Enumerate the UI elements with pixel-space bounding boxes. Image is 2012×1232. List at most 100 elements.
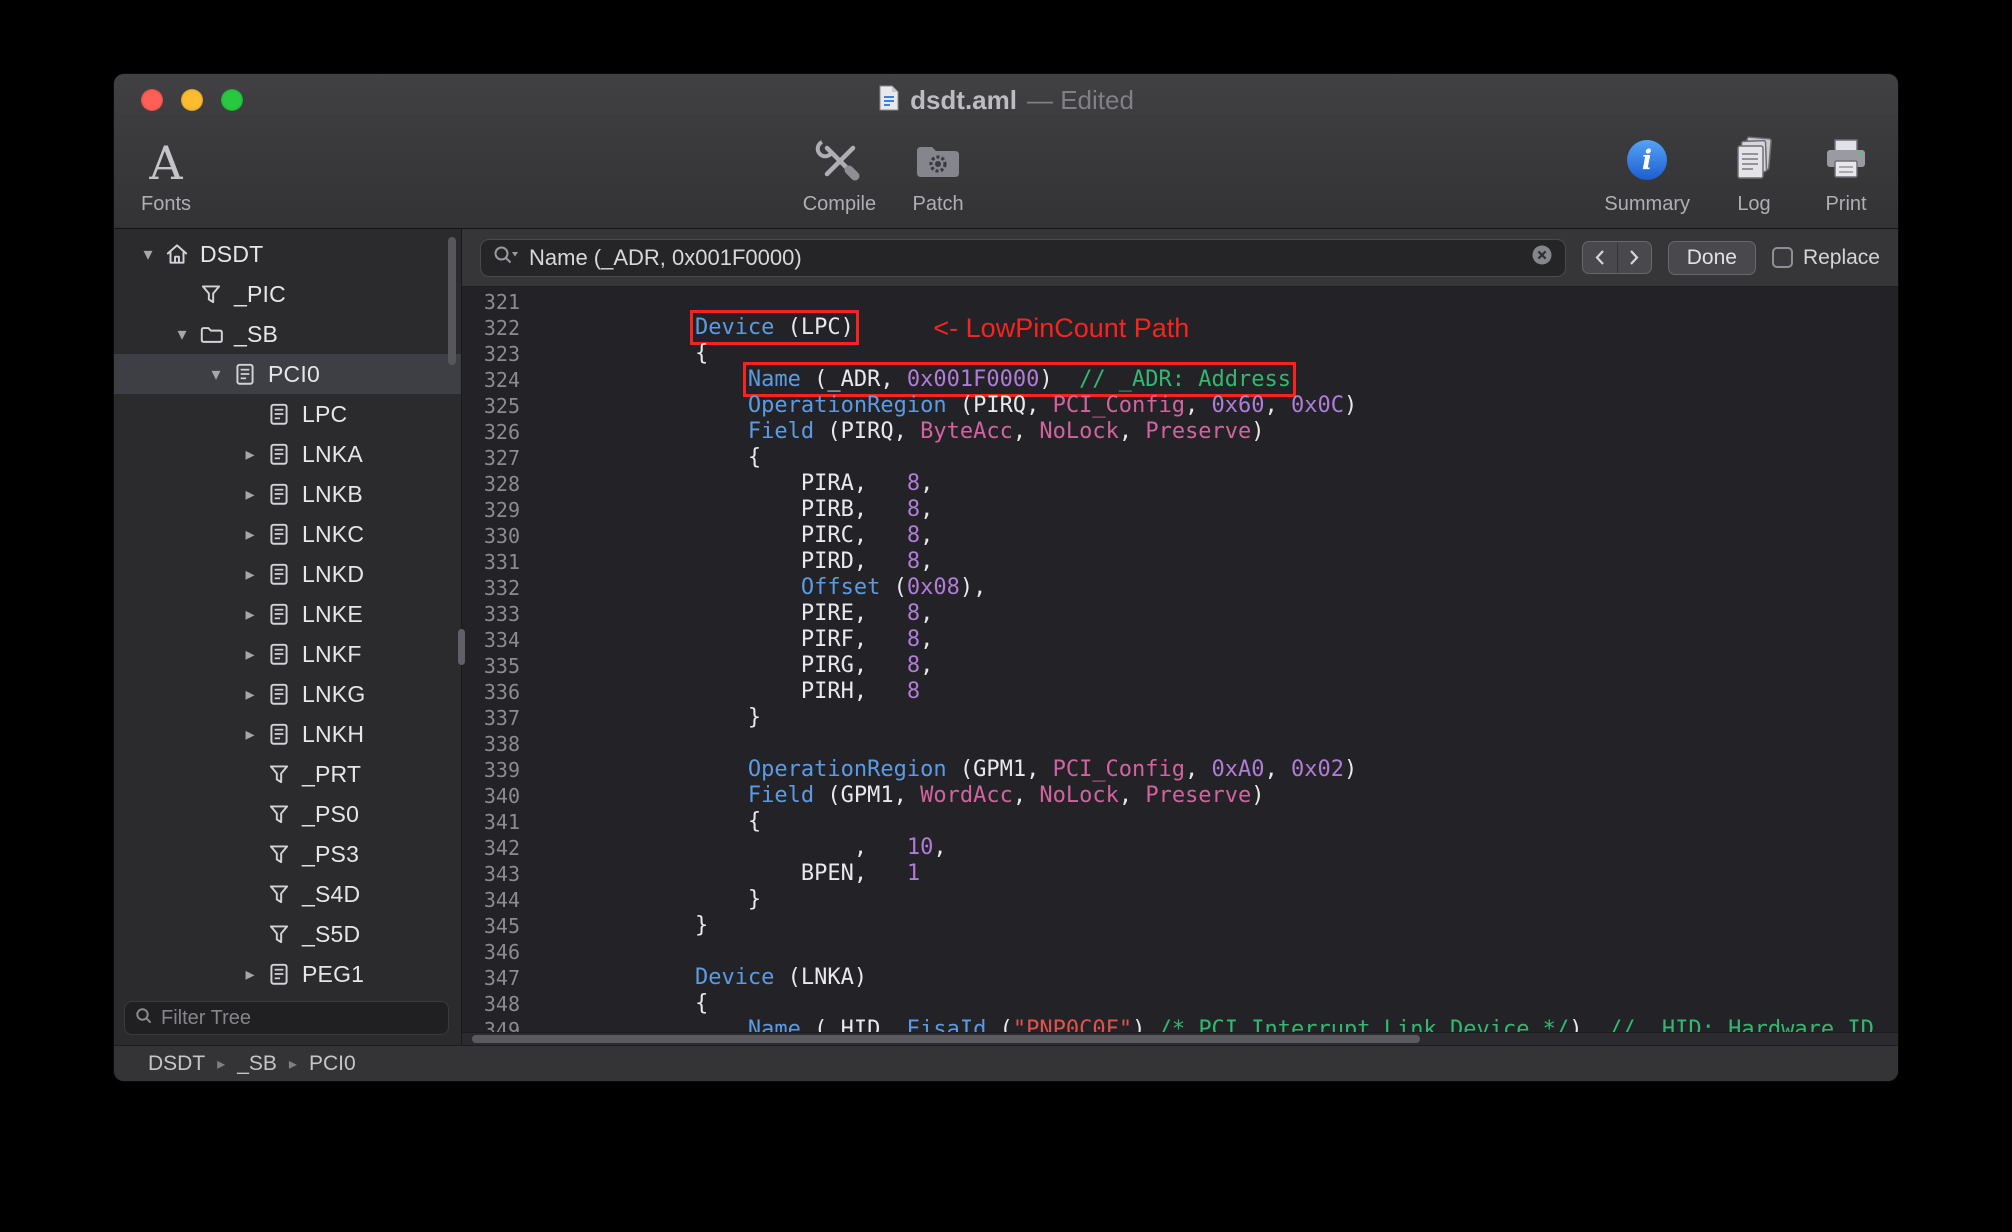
tree-item-label: _PIC — [234, 280, 286, 307]
tree-item-_sb[interactable]: ▾ _SB — [114, 314, 461, 354]
summary-button[interactable]: i Summary — [1596, 133, 1698, 222]
code-token: Name — [747, 367, 801, 392]
breadcrumb-item-dsdt[interactable]: DSDT — [148, 1052, 205, 1076]
disclosure-collapsed-icon[interactable]: ▸ — [234, 964, 266, 985]
disclosure-collapsed-icon[interactable]: ▸ — [234, 524, 266, 545]
code-token: , — [1118, 419, 1146, 444]
line-number: 326 — [483, 420, 520, 444]
find-next-button[interactable] — [1616, 242, 1651, 273]
tree-item-_s4d[interactable]: _S4D — [114, 874, 461, 914]
editor-pane: Name (_ADR, 0x001F0000) Done Replace 321… — [462, 229, 1898, 1045]
splitter-handle[interactable] — [458, 629, 465, 665]
tree-item-label: _S5D — [302, 920, 361, 947]
code-text: PIRD, 8, — [536, 549, 933, 575]
tree-item-_prt[interactable]: _PRT — [114, 754, 461, 794]
code-line: 346 — [462, 939, 1898, 965]
code-token: , — [536, 835, 907, 860]
tree-item-pci0[interactable]: ▾ PCI0 — [114, 354, 461, 394]
code-token: , — [1185, 757, 1212, 782]
disclosure-collapsed-icon[interactable]: ▸ — [234, 724, 266, 745]
tree-item-lnkf[interactable]: ▸ LNKF — [114, 634, 461, 674]
tree-item-_pic[interactable]: _PIC — [114, 274, 461, 314]
close-button[interactable] — [141, 89, 163, 111]
horizontal-scrollbar-track[interactable] — [462, 1032, 1898, 1045]
tree-item-label: LNKF — [302, 640, 362, 667]
code-token: , — [1185, 393, 1212, 418]
code-token: Preserve — [1145, 783, 1252, 808]
code-text: } — [536, 887, 761, 913]
breadcrumb-item-pci0[interactable]: PCI0 — [309, 1052, 356, 1076]
disclosure-collapsed-icon[interactable]: ▸ — [234, 644, 266, 665]
tree-item-lnka[interactable]: ▸ LNKA — [114, 434, 461, 474]
fonts-button[interactable]: A Fonts — [130, 133, 202, 222]
compile-button[interactable]: Compile — [795, 133, 884, 222]
tree-item-lnke[interactable]: ▸ LNKE — [114, 594, 461, 634]
tree-item-lnkc[interactable]: ▸ LNKC — [114, 514, 461, 554]
done-button[interactable]: Done — [1667, 240, 1756, 275]
tree-item-lnkb[interactable]: ▸ LNKB — [114, 474, 461, 514]
zoom-button[interactable] — [221, 89, 243, 111]
desktop-background: dsdt.aml — Edited A Fonts Compile Patch … — [0, 0, 2012, 1232]
line-number: 348 — [483, 992, 520, 1016]
code-line: 344 } — [462, 887, 1898, 913]
code-token: PIRA, — [536, 471, 907, 496]
tree-item-label: _PRT — [302, 760, 362, 787]
disclosure-expanded-icon[interactable]: ▾ — [132, 244, 164, 265]
patch-button[interactable]: Patch — [902, 133, 974, 222]
log-label: Log — [1737, 192, 1771, 215]
log-button[interactable]: Log — [1718, 133, 1790, 222]
filter-tree-input[interactable]: Filter Tree — [124, 1001, 449, 1035]
line-number: 325 — [483, 394, 520, 418]
disclosure-collapsed-icon[interactable]: ▸ — [234, 444, 266, 465]
tree-item-label: LNKH — [302, 720, 365, 747]
breadcrumb-item-_sb[interactable]: _SB — [237, 1052, 277, 1076]
tree-item-lpc[interactable]: LPC — [114, 394, 461, 434]
disclosure-collapsed-icon[interactable]: ▸ — [234, 684, 266, 705]
code-token: (_ADR, — [800, 367, 907, 392]
disclosure-collapsed-icon[interactable]: ▸ — [234, 484, 266, 505]
tree-item-_ps3[interactable]: _PS3 — [114, 834, 461, 874]
search-menu-icon[interactable] — [493, 245, 519, 270]
print-button[interactable]: Print — [1810, 133, 1882, 222]
tree-item-lnkh[interactable]: ▸ LNKH — [114, 714, 461, 754]
minimize-button[interactable] — [181, 89, 203, 111]
code-token: 0x08 — [906, 575, 960, 600]
tree-item-lnkd[interactable]: ▸ LNKD — [114, 554, 461, 594]
code-line: 321 — [462, 289, 1898, 315]
code-editor[interactable]: 321 322 Device (LPC) <- LowPinCount Path 3… — [462, 287, 1898, 1045]
disclosure-collapsed-icon[interactable]: ▸ — [234, 604, 266, 625]
breadcrumb-separator-icon: ▸ — [288, 1055, 297, 1073]
code-token: ) — [1344, 393, 1358, 418]
device-icon — [266, 561, 292, 587]
code-line: 327 { — [462, 445, 1898, 471]
code-token: 0x60 — [1211, 393, 1265, 418]
code-token: 8 — [906, 523, 921, 548]
code-line: 322 Device (LPC) <- LowPinCount Path — [462, 310, 1898, 345]
sidebar-scrollbar[interactable] — [448, 237, 456, 365]
disclosure-expanded-icon[interactable]: ▾ — [200, 364, 232, 385]
tree-item-_ps0[interactable]: _PS0 — [114, 794, 461, 834]
tree-item-lnkg[interactable]: ▸ LNKG — [114, 674, 461, 714]
tree-item-_s5d[interactable]: _S5D — [114, 914, 461, 954]
disclosure-expanded-icon[interactable]: ▾ — [166, 324, 198, 345]
tree-item-peg1[interactable]: ▸ PEG1 — [114, 954, 461, 994]
replace-checkbox[interactable] — [1771, 247, 1793, 268]
tree-item-dsdt[interactable]: ▾ DSDT — [114, 234, 461, 274]
fonts-icon: A — [149, 135, 183, 190]
find-previous-button[interactable] — [1583, 242, 1617, 273]
log-pages-icon — [1731, 135, 1777, 187]
code-line: 333 PIRE, 8, — [462, 601, 1898, 627]
line-number: 346 — [483, 940, 520, 964]
code-text: PIRH, 8 — [536, 679, 920, 705]
clear-search-icon[interactable] — [1531, 244, 1553, 271]
find-query[interactable]: Name (_ADR, 0x001F0000) — [529, 245, 1521, 271]
find-search-field[interactable]: Name (_ADR, 0x001F0000) — [480, 238, 1566, 277]
horizontal-scrollbar-thumb[interactable] — [472, 1035, 1420, 1043]
disclosure-collapsed-icon[interactable]: ▸ — [234, 564, 266, 585]
